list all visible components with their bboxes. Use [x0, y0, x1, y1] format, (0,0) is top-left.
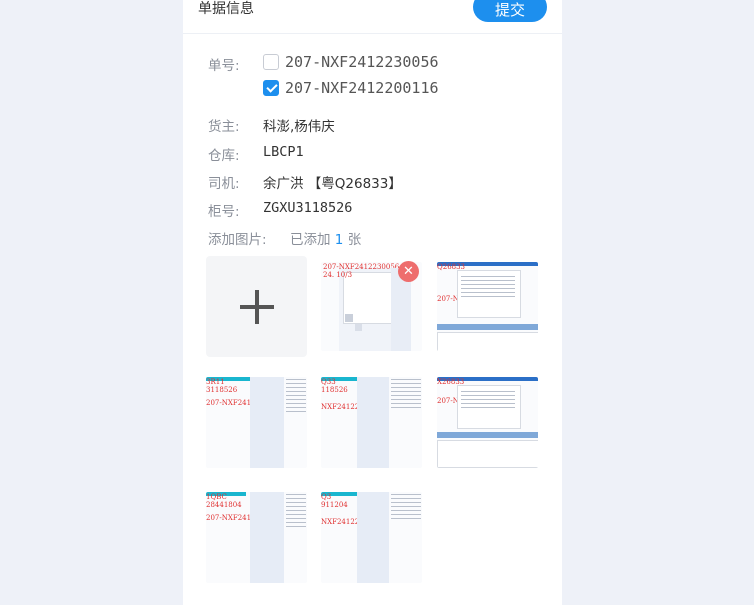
images-added-prefix: 已添加: [290, 232, 331, 248]
image-thumbnail-4[interactable]: Q33 118526 NXF2412230056: [321, 377, 422, 468]
image-thumbnail-6[interactable]: 1QBC 28441804 207-NXF2412200116: [206, 492, 307, 583]
close-icon[interactable]: ✕: [398, 261, 419, 282]
order-label: 单号:: [208, 58, 240, 74]
owner-label: 货主:: [208, 119, 240, 135]
header-title: 单据信息: [198, 1, 254, 17]
thumb-text: Q3: [321, 493, 332, 501]
order-option-2[interactable]: 207-NXF2412200116: [263, 79, 439, 97]
container-value: ZGXU3118526: [263, 200, 353, 216]
image-thumbnail-3[interactable]: 3R11 3118526 207-NXF2412230056: [206, 377, 307, 468]
thumb-text: 207-NXF2412230056: [323, 263, 400, 271]
images-added-text: 已添加 1 张: [290, 228, 361, 248]
thumb-text: 3118526: [206, 386, 238, 394]
driver-label: 司机:: [208, 176, 240, 192]
warehouse-value: LBCP1: [263, 144, 304, 160]
thumb-text: 28441804: [206, 501, 242, 509]
image-thumbnail-2[interactable]: Q26833 207-NXF2412230056: [437, 262, 538, 351]
thumb-text: 911204: [321, 501, 348, 509]
add-image-button[interactable]: [206, 256, 307, 357]
thumb-text: 118526: [321, 386, 348, 394]
driver-value: 余广洪 【粤Q26833】: [263, 176, 402, 192]
thumb-text: 3R11: [206, 378, 225, 386]
order-number: 207-NXF2412230056: [285, 53, 439, 71]
header-bar: 单据信息 提交: [183, 0, 562, 34]
image-thumbnail-5[interactable]: X26833 207-NXF2412200116: [437, 377, 538, 468]
order-option-1[interactable]: 207-NXF2412230056: [263, 53, 439, 71]
images-label: 添加图片:: [208, 232, 267, 248]
order-number: 207-NXF2412200116: [285, 79, 439, 97]
submit-button[interactable]: 提交: [473, 0, 547, 22]
checkbox-unchecked[interactable]: [263, 54, 279, 70]
thumb-text: Q33: [321, 378, 336, 386]
owner-value: 科澎,杨伟庆: [263, 119, 335, 135]
thumb-text: 1QBC: [206, 493, 227, 501]
check-icon[interactable]: [263, 80, 279, 96]
plus-icon: [239, 289, 274, 324]
document-panel: 单据信息 提交 单号: 207-NXF2412230056 207-NXF241…: [183, 0, 562, 605]
images-added-suffix: 张: [347, 232, 362, 248]
image-thumbnail-7[interactable]: Q3 911204 NXF2412200116: [321, 492, 422, 583]
warehouse-label: 仓库:: [208, 148, 240, 164]
thumb-text: 24. 10/3: [323, 271, 353, 279]
images-added-count: 1: [334, 232, 344, 248]
container-label: 柜号:: [208, 204, 240, 220]
